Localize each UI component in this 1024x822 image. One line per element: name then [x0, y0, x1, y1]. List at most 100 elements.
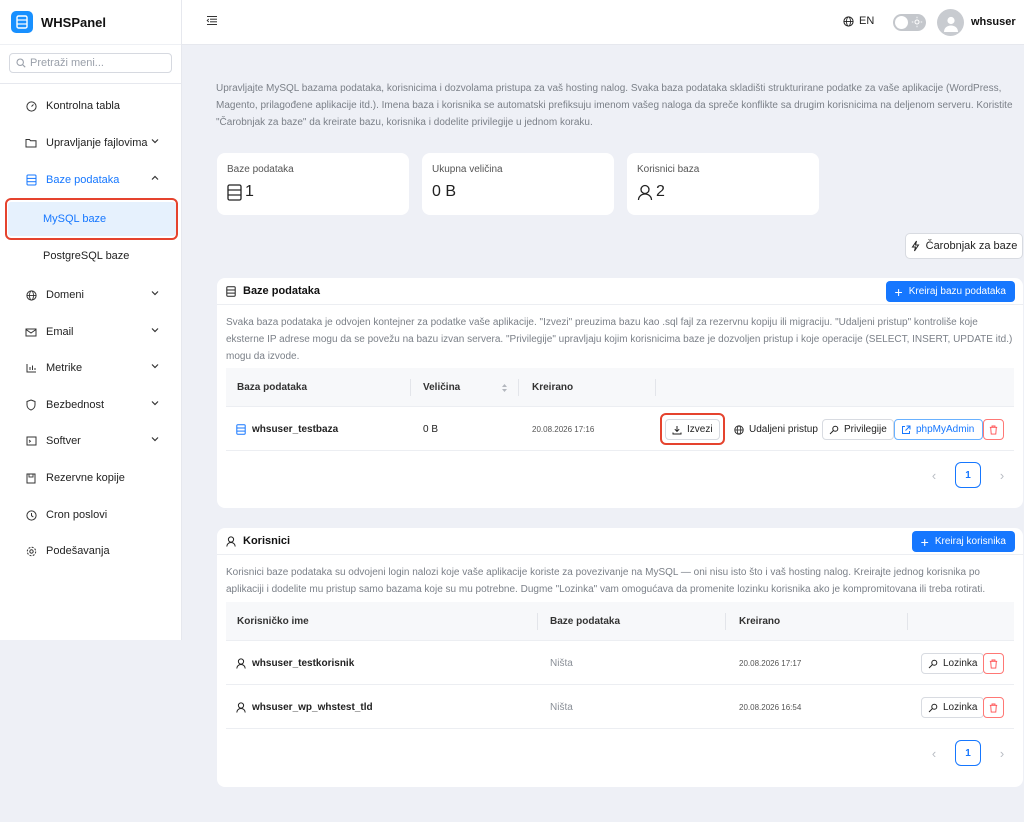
- globe-icon: [25, 289, 37, 301]
- sidebar-item-podesavanja[interactable]: Podešavanja: [0, 536, 181, 566]
- phpmyadmin-button[interactable]: phpMyAdmin: [894, 419, 984, 440]
- sidebar-item-metrike[interactable]: Metrike: [0, 353, 181, 383]
- brand-name: WHSPanel: [41, 14, 107, 30]
- user-created: 20.08.2026 16:54: [739, 702, 802, 712]
- database-icon: [236, 423, 246, 435]
- delete-database-button[interactable]: [983, 419, 1004, 440]
- users-panel-title: Korisnici: [243, 535, 291, 547]
- database-name-cell[interactable]: whsuser_testbaza: [236, 407, 338, 451]
- mail-icon: [25, 326, 37, 338]
- delete-user-button[interactable]: [983, 653, 1004, 674]
- stat-card-users: Korisnici baza 2: [627, 153, 819, 215]
- sun-icon: [911, 16, 923, 28]
- sidebar-item-label: Email: [46, 326, 74, 338]
- table-row: whsuser_wp_whstest_tld Ništa 20.08.2026 …: [226, 685, 1014, 729]
- database-icon: [226, 285, 236, 297]
- users-table: Korisničko ime Baze podataka Kreirano wh…: [226, 602, 1014, 732]
- password-button[interactable]: Lozinka: [921, 697, 985, 718]
- sidebar-subitem-label: PostgreSQL baze: [43, 250, 130, 262]
- sidebar-item-softver[interactable]: Softver: [0, 426, 181, 456]
- next-page-icon[interactable]: ›: [989, 740, 1015, 766]
- phpmyadmin-label: phpMyAdmin: [916, 424, 975, 435]
- menu-fold-icon[interactable]: [206, 15, 218, 29]
- table-header: Korisničko ime Baze podataka Kreirano: [226, 602, 1014, 641]
- highlight-box-export: [660, 413, 725, 445]
- user-icon: [637, 184, 653, 200]
- users-description: Korisnici baze podataka su odvojeni logi…: [226, 567, 986, 595]
- chevron-down-icon: [151, 328, 159, 333]
- sidebar-search-input[interactable]: [30, 57, 170, 69]
- plus-icon: +: [894, 283, 903, 300]
- create-user-label: Kreiraj korisnika: [934, 536, 1006, 547]
- remote-access-label: Udaljeni pristup: [749, 424, 818, 435]
- trash-icon: [989, 659, 998, 669]
- create-database-label: Kreiraj bazu podataka: [908, 286, 1006, 297]
- sidebar-item-label: Metrike: [46, 362, 83, 374]
- column-separator: [725, 613, 726, 630]
- sidebar-item-email[interactable]: Email: [0, 317, 181, 347]
- save-icon: [25, 472, 37, 484]
- user-icon: [943, 16, 958, 32]
- page-number[interactable]: 1: [955, 462, 981, 488]
- stat-card-size: Ukupna veličina 0 B: [422, 153, 614, 215]
- password-button[interactable]: Lozinka: [921, 653, 985, 674]
- sidebar-item-label: Cron poslovi: [46, 509, 108, 521]
- sidebar-item-kontrolna-tabla[interactable]: Kontrolna tabla: [0, 91, 181, 121]
- sidebar-item-rezervne-kopije[interactable]: Rezervne kopije: [0, 463, 181, 493]
- column-header-size[interactable]: Veličina: [423, 368, 460, 407]
- stat-value-text: 2: [656, 183, 665, 200]
- chart-icon: [25, 362, 37, 374]
- avatar[interactable]: [937, 9, 964, 36]
- sidebar-search[interactable]: [9, 53, 172, 73]
- stat-label: Baze podataka: [227, 164, 294, 175]
- table-row: whsuser_testbaza 0 B 20.08.2026 17:16 Iz…: [226, 407, 1014, 451]
- next-page-icon[interactable]: ›: [989, 462, 1015, 488]
- column-separator: [410, 379, 411, 396]
- databases-description: Svaka baza podataka je odvojen kontejner…: [226, 317, 1013, 362]
- stat-card-databases: Baze podataka 1: [217, 153, 409, 215]
- page-number[interactable]: 1: [955, 740, 981, 766]
- sidebar-item-domeni[interactable]: Domeni: [0, 280, 181, 310]
- remote-access-button[interactable]: Udaljeni pristup: [727, 419, 825, 440]
- user-created: 20.08.2026 17:17: [739, 658, 802, 668]
- create-user-button[interactable]: + Kreiraj korisnika: [911, 531, 1015, 552]
- user-databases: Ništa: [550, 701, 573, 713]
- language-switcher[interactable]: EN: [843, 15, 874, 27]
- database-wizard-button[interactable]: Čarobnjak za baze: [905, 233, 1023, 259]
- user-name-cell: whsuser_testkorisnik: [236, 641, 354, 685]
- key-icon: [928, 659, 938, 668]
- sidebar-item-bezbednost[interactable]: Bezbednost: [0, 390, 181, 420]
- privileges-button[interactable]: Privilegije: [822, 419, 894, 440]
- column-header-database: Baza podataka: [237, 382, 308, 393]
- prev-page-icon[interactable]: ‹: [921, 462, 947, 488]
- topbar: EN whsuser: [182, 0, 1024, 45]
- key-icon: [829, 425, 839, 434]
- stat-value: 2: [637, 183, 809, 201]
- sidebar-item-upravljanje-fajlovima[interactable]: Upravljanje fajlovima: [0, 128, 181, 158]
- username[interactable]: whsuser: [971, 16, 1016, 28]
- sort-icon[interactable]: [501, 383, 508, 393]
- sidebar-item-baze-podataka[interactable]: Baze podataka: [0, 165, 181, 195]
- brand[interactable]: WHSPanel: [0, 0, 181, 45]
- column-header-created: Kreirano: [532, 382, 574, 393]
- prev-page-icon[interactable]: ‹: [921, 740, 947, 766]
- stat-label: Korisnici baza: [637, 164, 700, 175]
- plus-icon: +: [920, 533, 929, 550]
- sidebar-item-label: Podešavanja: [46, 545, 110, 557]
- databases-pagination: ‹ 1 ›: [921, 462, 1015, 488]
- sidebar: WHSPanel Kontrolna tabla Upravljanje faj…: [0, 0, 182, 640]
- sidebar-subitem-postgresql-baze[interactable]: PostgreSQL baze: [0, 241, 181, 271]
- sidebar-item-cron-poslovi[interactable]: Cron poslovi: [0, 500, 181, 530]
- stat-label: Ukupna veličina: [432, 164, 503, 175]
- table-header: Baza podataka Veličina Kreirano: [226, 368, 1014, 407]
- chevron-down-icon: [151, 437, 159, 442]
- theme-toggle[interactable]: [893, 14, 926, 31]
- delete-user-button[interactable]: [983, 697, 1004, 718]
- column-separator: [907, 613, 908, 630]
- lightning-icon: [911, 240, 920, 252]
- language-label: EN: [859, 15, 875, 27]
- sidebar-item-label: Kontrolna tabla: [46, 100, 120, 112]
- databases-panel-header: Baze podataka + Kreiraj bazu podataka: [217, 278, 1023, 305]
- external-link-icon: [902, 425, 911, 434]
- create-database-button[interactable]: + Kreiraj bazu podataka: [885, 281, 1015, 302]
